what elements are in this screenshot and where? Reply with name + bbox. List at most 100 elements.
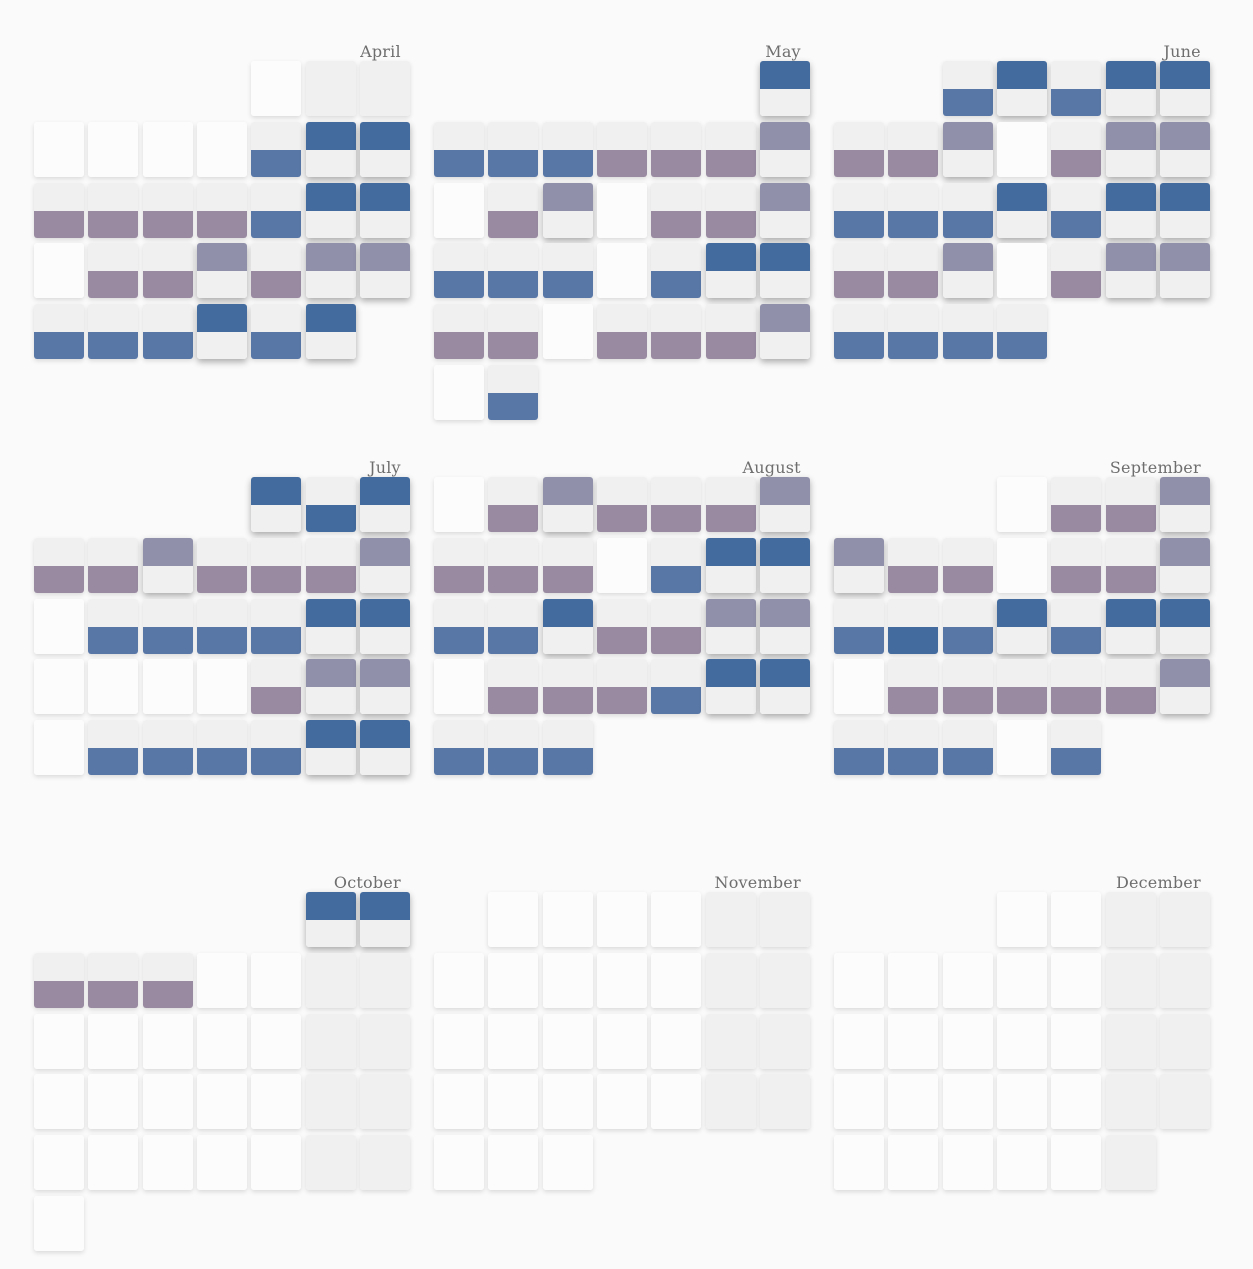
day-cell-afternoon — [34, 980, 84, 1008]
day-cell — [488, 892, 539, 947]
day-cell — [942, 1135, 993, 1191]
day-cell — [759, 598, 810, 654]
day-cell — [1159, 598, 1210, 654]
day-cell-afternoon — [34, 626, 84, 654]
day-cell — [651, 892, 702, 947]
day-cell — [1105, 952, 1156, 1008]
day-cell-morning — [1051, 537, 1102, 566]
day-cell-morning — [142, 1135, 193, 1164]
day-cell-afternoon — [196, 210, 247, 238]
day-cell-afternoon — [142, 626, 193, 654]
day-cell — [196, 121, 247, 177]
day-cell-morning — [996, 1013, 1047, 1042]
day-cell-morning — [888, 1013, 939, 1042]
day-cell-afternoon — [359, 1102, 410, 1130]
day-cell — [759, 121, 810, 177]
day-cell — [1159, 182, 1210, 238]
day-cell-morning — [251, 1013, 302, 1042]
day-cell-morning — [596, 182, 647, 211]
day-cell — [434, 243, 484, 299]
day-cell-morning — [942, 243, 993, 272]
day-cell-afternoon — [542, 748, 593, 776]
day-cell — [942, 61, 993, 116]
day-cell-afternoon — [196, 748, 247, 776]
day-cell-afternoon — [888, 1041, 939, 1069]
day-cell — [434, 304, 484, 360]
day-cell-afternoon — [542, 626, 593, 654]
day-cell-morning — [1051, 1074, 1102, 1103]
day-cell-morning — [834, 1013, 884, 1042]
day-cell-morning — [542, 182, 593, 211]
day-cell — [996, 659, 1047, 715]
day-cell-afternoon — [942, 1041, 993, 1069]
day-cell-morning — [1051, 720, 1102, 749]
day-cell-morning — [1159, 477, 1210, 505]
day-cell — [305, 598, 356, 654]
day-cell-morning — [596, 892, 647, 920]
day-cell-morning — [705, 477, 756, 505]
day-cell-afternoon — [1105, 687, 1156, 715]
day-cell-afternoon — [705, 920, 756, 947]
day-cell-morning — [834, 121, 884, 150]
day-cell-afternoon — [1051, 1041, 1102, 1069]
day-cell-afternoon — [251, 149, 302, 177]
day-cell-afternoon — [34, 332, 84, 360]
day-cell-afternoon — [142, 1041, 193, 1069]
day-cell — [434, 659, 484, 715]
day-cell-morning — [305, 720, 356, 749]
day-cell — [542, 952, 593, 1008]
day-cell-afternoon — [705, 980, 756, 1008]
day-cell-afternoon — [305, 1102, 356, 1130]
day-cell — [359, 1135, 410, 1191]
day-cell — [888, 1013, 939, 1069]
day-cell-afternoon — [705, 332, 756, 360]
day-cell-morning — [888, 537, 939, 566]
day-cell — [88, 659, 139, 715]
day-cell-morning — [359, 477, 410, 505]
day-cell-morning — [705, 598, 756, 627]
day-cell-afternoon — [488, 1102, 539, 1130]
day-cell-morning — [759, 1013, 810, 1042]
day-cell-afternoon — [942, 89, 993, 116]
day-cell-morning — [834, 182, 884, 211]
day-cell-afternoon — [542, 271, 593, 299]
day-cell-morning — [88, 952, 139, 981]
day-cell-afternoon — [942, 271, 993, 299]
day-cell-morning — [542, 659, 593, 688]
day-cell — [596, 952, 647, 1008]
day-cell-afternoon — [596, 505, 647, 532]
day-cell-morning — [596, 537, 647, 566]
day-cell-afternoon — [488, 1041, 539, 1069]
day-cell — [1159, 477, 1210, 532]
day-cell-afternoon — [488, 920, 539, 947]
day-cell — [142, 537, 193, 593]
month-label: September — [1109, 458, 1201, 477]
day-cell-afternoon — [942, 1163, 993, 1191]
day-cell-afternoon — [596, 980, 647, 1008]
day-cell — [305, 1013, 356, 1069]
day-cell-afternoon — [34, 149, 84, 177]
day-cell-morning — [705, 892, 756, 920]
day-cell — [996, 1013, 1047, 1069]
day-cell-morning — [834, 243, 884, 272]
day-cell-morning — [834, 659, 884, 688]
day-cell — [942, 1074, 993, 1130]
day-cell-morning — [251, 1074, 302, 1103]
day-cell — [142, 659, 193, 715]
day-cell-morning — [434, 1135, 484, 1164]
day-cell — [305, 1074, 356, 1130]
day-cell-afternoon — [34, 1163, 84, 1191]
day-cell — [488, 243, 539, 299]
day-cell-morning — [34, 121, 84, 150]
day-cell — [942, 182, 993, 238]
day-cell — [651, 1013, 702, 1069]
day-cell — [251, 659, 302, 715]
day-cell — [834, 598, 884, 654]
day-cell-afternoon — [142, 210, 193, 238]
month-label: May — [765, 42, 801, 61]
day-cell-afternoon — [705, 1102, 756, 1130]
day-cell-morning — [488, 121, 539, 150]
day-cell-morning — [1105, 243, 1156, 272]
day-cell-afternoon — [1159, 1102, 1210, 1130]
day-cell-afternoon — [759, 89, 810, 116]
